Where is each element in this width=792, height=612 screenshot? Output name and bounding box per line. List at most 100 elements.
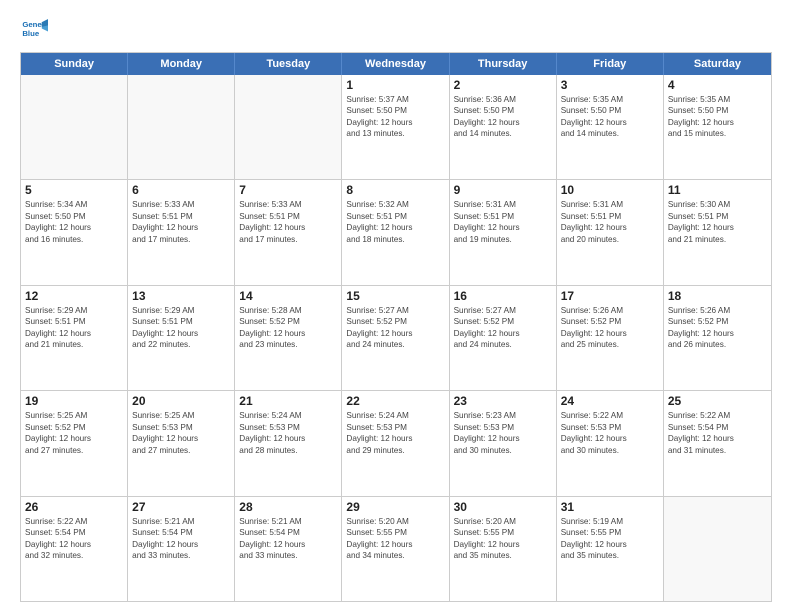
calendar-cell: 18Sunrise: 5:26 AM Sunset: 5:52 PM Dayli…	[664, 286, 771, 390]
calendar-cell: 28Sunrise: 5:21 AM Sunset: 5:54 PM Dayli…	[235, 497, 342, 601]
cell-date: 13	[132, 289, 230, 303]
cell-info: Sunrise: 5:36 AM Sunset: 5:50 PM Dayligh…	[454, 94, 552, 140]
calendar-row-3: 19 Sunrise: 5:25 AM Sunset: 5:52 PM Dayli…	[21, 390, 771, 495]
cell-info: Sunrise: 5:25 AM Sunset: 5:53 PM Dayligh…	[132, 410, 230, 456]
cell-info: Sunrise: 5:27 AM Sunset: 5:52 PM Dayligh…	[346, 305, 444, 351]
calendar-cell: 10 Sunrise: 5:31 AM Sunset: 5:51 PM Dayli…	[557, 180, 664, 284]
cell-date: 4	[668, 78, 767, 92]
header: General Blue	[20, 16, 772, 44]
cell-info: Sunrise: 5:20 AM Sunset: 5:55 PM Dayligh…	[454, 516, 552, 562]
cell-info: Sunrise: 5:34 AM Sunset: 5:50 PM Dayligh…	[25, 199, 123, 245]
cell-date: 22	[346, 394, 444, 408]
logo-icon: General Blue	[20, 16, 48, 44]
cell-date: 23	[454, 394, 552, 408]
calendar-cell: 16Sunrise: 5:27 AM Sunset: 5:52 PM Dayli…	[450, 286, 557, 390]
cell-date: 5	[25, 183, 123, 197]
day-header-friday: Friday	[557, 53, 664, 75]
cell-date: 8	[346, 183, 444, 197]
calendar-cell: 23 Sunrise: 5:23 AM Sunset: 5:53 PM Dayli…	[450, 391, 557, 495]
calendar-cell: 11Sunrise: 5:30 AM Sunset: 5:51 PM Dayli…	[664, 180, 771, 284]
calendar-cell: 30 Sunrise: 5:20 AM Sunset: 5:55 PM Dayli…	[450, 497, 557, 601]
calendar-row-4: 26 Sunrise: 5:22 AM Sunset: 5:54 PM Dayli…	[21, 496, 771, 601]
calendar-cell: 12Sunrise: 5:29 AM Sunset: 5:51 PM Dayli…	[21, 286, 128, 390]
cell-date: 31	[561, 500, 659, 514]
cell-info: Sunrise: 5:32 AM Sunset: 5:51 PM Dayligh…	[346, 199, 444, 245]
calendar-cell: 7 Sunrise: 5:33 AM Sunset: 5:51 PM Daylig…	[235, 180, 342, 284]
calendar-cell: 5 Sunrise: 5:34 AM Sunset: 5:50 PM Daylig…	[21, 180, 128, 284]
cell-date: 14	[239, 289, 337, 303]
cell-info: Sunrise: 5:37 AM Sunset: 5:50 PM Dayligh…	[346, 94, 444, 140]
cell-date: 19	[25, 394, 123, 408]
calendar-cell	[235, 75, 342, 179]
cell-info: Sunrise: 5:20 AM Sunset: 5:55 PM Dayligh…	[346, 516, 444, 562]
cell-date: 16	[454, 289, 552, 303]
cell-info: Sunrise: 5:23 AM Sunset: 5:53 PM Dayligh…	[454, 410, 552, 456]
calendar-cell: 31 Sunrise: 5:19 AM Sunset: 5:55 PM Dayli…	[557, 497, 664, 601]
cell-info: Sunrise: 5:28 AM Sunset: 5:52 PM Dayligh…	[239, 305, 337, 351]
day-header-wednesday: Wednesday	[342, 53, 449, 75]
calendar-body: 1 Sunrise: 5:37 AM Sunset: 5:50 PM Daylig…	[21, 75, 771, 601]
calendar-cell: 4 Sunrise: 5:35 AM Sunset: 5:50 PM Daylig…	[664, 75, 771, 179]
cell-date: 1	[346, 78, 444, 92]
logo: General Blue	[20, 16, 52, 44]
calendar-cell: 8 Sunrise: 5:32 AM Sunset: 5:51 PM Daylig…	[342, 180, 449, 284]
cell-date: 27	[132, 500, 230, 514]
cell-info: Sunrise: 5:29 AM Sunset: 5:51 PM Dayligh…	[132, 305, 230, 351]
calendar-cell: 15Sunrise: 5:27 AM Sunset: 5:52 PM Dayli…	[342, 286, 449, 390]
cell-info: Sunrise: 5:19 AM Sunset: 5:55 PM Dayligh…	[561, 516, 659, 562]
calendar-cell: 2Sunrise: 5:36 AM Sunset: 5:50 PM Daylig…	[450, 75, 557, 179]
calendar-row-1: 5 Sunrise: 5:34 AM Sunset: 5:50 PM Daylig…	[21, 179, 771, 284]
cell-date: 26	[25, 500, 123, 514]
cell-date: 30	[454, 500, 552, 514]
cell-info: Sunrise: 5:31 AM Sunset: 5:51 PM Dayligh…	[454, 199, 552, 245]
calendar-cell: 17Sunrise: 5:26 AM Sunset: 5:52 PM Dayli…	[557, 286, 664, 390]
cell-date: 10	[561, 183, 659, 197]
cell-info: Sunrise: 5:33 AM Sunset: 5:51 PM Dayligh…	[239, 199, 337, 245]
page: General Blue SundayMondayTuesdayWednesda…	[0, 0, 792, 612]
cell-info: Sunrise: 5:31 AM Sunset: 5:51 PM Dayligh…	[561, 199, 659, 245]
calendar-cell: 24Sunrise: 5:22 AM Sunset: 5:53 PM Dayli…	[557, 391, 664, 495]
cell-date: 17	[561, 289, 659, 303]
cell-info: Sunrise: 5:22 AM Sunset: 5:54 PM Dayligh…	[668, 410, 767, 456]
cell-info: Sunrise: 5:22 AM Sunset: 5:54 PM Dayligh…	[25, 516, 123, 562]
calendar-cell: 29Sunrise: 5:20 AM Sunset: 5:55 PM Dayli…	[342, 497, 449, 601]
cell-info: Sunrise: 5:24 AM Sunset: 5:53 PM Dayligh…	[239, 410, 337, 456]
calendar-cell: 14 Sunrise: 5:28 AM Sunset: 5:52 PM Dayli…	[235, 286, 342, 390]
calendar-header: SundayMondayTuesdayWednesdayThursdayFrid…	[21, 53, 771, 75]
cell-info: Sunrise: 5:35 AM Sunset: 5:50 PM Dayligh…	[561, 94, 659, 140]
day-header-thursday: Thursday	[450, 53, 557, 75]
calendar-cell: 25 Sunrise: 5:22 AM Sunset: 5:54 PM Dayli…	[664, 391, 771, 495]
day-header-monday: Monday	[128, 53, 235, 75]
day-header-sunday: Sunday	[21, 53, 128, 75]
calendar-cell: 9 Sunrise: 5:31 AM Sunset: 5:51 PM Daylig…	[450, 180, 557, 284]
calendar-cell: 27 Sunrise: 5:21 AM Sunset: 5:54 PM Dayli…	[128, 497, 235, 601]
calendar-cell: 22 Sunrise: 5:24 AM Sunset: 5:53 PM Dayli…	[342, 391, 449, 495]
cell-info: Sunrise: 5:24 AM Sunset: 5:53 PM Dayligh…	[346, 410, 444, 456]
calendar: SundayMondayTuesdayWednesdayThursdayFrid…	[20, 52, 772, 602]
calendar-row-2: 12 Sunrise: 5:29 AM Sunset: 5:51 PM Dayli…	[21, 285, 771, 390]
cell-info: Sunrise: 5:25 AM Sunset: 5:52 PM Dayligh…	[25, 410, 123, 456]
cell-date: 25	[668, 394, 767, 408]
calendar-row-0: 1 Sunrise: 5:37 AM Sunset: 5:50 PM Daylig…	[21, 75, 771, 179]
svg-text:Blue: Blue	[22, 29, 40, 38]
cell-date: 12	[25, 289, 123, 303]
cell-date: 21	[239, 394, 337, 408]
calendar-cell	[664, 497, 771, 601]
calendar-cell: 3Sunrise: 5:35 AM Sunset: 5:50 PM Daylig…	[557, 75, 664, 179]
calendar-cell	[21, 75, 128, 179]
calendar-cell: 26 Sunrise: 5:22 AM Sunset: 5:54 PM Dayli…	[21, 497, 128, 601]
cell-info: Sunrise: 5:21 AM Sunset: 5:54 PM Dayligh…	[239, 516, 337, 562]
cell-date: 20	[132, 394, 230, 408]
cell-info: Sunrise: 5:35 AM Sunset: 5:50 PM Dayligh…	[668, 94, 767, 140]
calendar-cell: 21 Sunrise: 5:24 AM Sunset: 5:53 PM Dayli…	[235, 391, 342, 495]
cell-info: Sunrise: 5:26 AM Sunset: 5:52 PM Dayligh…	[668, 305, 767, 351]
cell-date: 7	[239, 183, 337, 197]
calendar-cell: 6Sunrise: 5:33 AM Sunset: 5:51 PM Daylig…	[128, 180, 235, 284]
calendar-cell: 20 Sunrise: 5:25 AM Sunset: 5:53 PM Dayli…	[128, 391, 235, 495]
cell-date: 6	[132, 183, 230, 197]
cell-info: Sunrise: 5:21 AM Sunset: 5:54 PM Dayligh…	[132, 516, 230, 562]
cell-date: 24	[561, 394, 659, 408]
cell-date: 11	[668, 183, 767, 197]
cell-date: 9	[454, 183, 552, 197]
calendar-cell	[128, 75, 235, 179]
